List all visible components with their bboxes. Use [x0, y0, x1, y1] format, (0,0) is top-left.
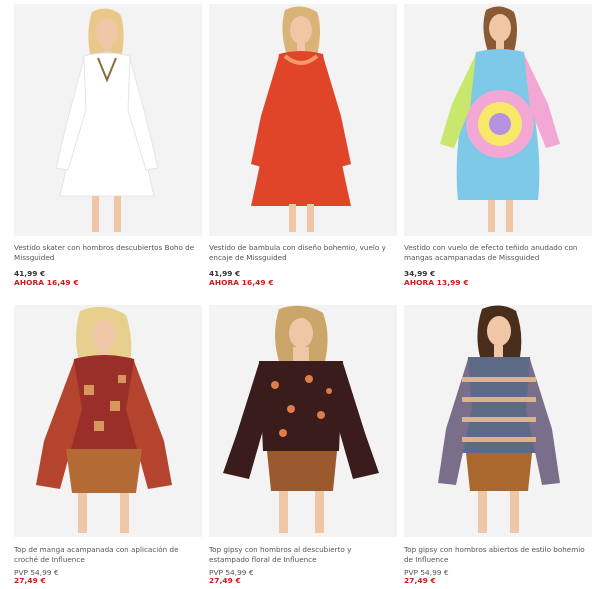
product-sale-price: AHORA 13,99 €: [404, 278, 469, 287]
product-card[interactable]: Vestido con vuelo de efecto teñido anuda…: [404, 4, 592, 287]
product-card[interactable]: Top gipsy con hombros abiertos de estilo…: [404, 305, 592, 589]
product-grid: Vestido skater con hombros descubiertos …: [0, 0, 607, 589]
product-price: 41,99 €: [14, 269, 46, 278]
product-description[interactable]: Top de manga acampanada con aplicación d…: [14, 545, 196, 565]
model-paisley-top-image: [14, 305, 202, 537]
product-description[interactable]: Top gipsy con hombros al descubierto y e…: [209, 545, 391, 565]
product-card[interactable]: Vestido skater con hombros descubiertos …: [14, 4, 202, 287]
model-floral-top-image: [209, 305, 397, 537]
product-sale-price: 27,49 €: [404, 576, 436, 585]
product-sale-price: 27,49 €: [14, 576, 46, 585]
product-description[interactable]: Top gipsy con hombros abiertos de estilo…: [404, 545, 586, 565]
product-sale-price: AHORA 16,49 €: [14, 278, 79, 287]
product-image[interactable]: [209, 4, 397, 236]
product-sale-price: 27,49 €: [209, 576, 241, 585]
product-image[interactable]: [209, 305, 397, 537]
product-description[interactable]: Vestido de bambula con diseño bohemio, v…: [209, 243, 391, 263]
product-image[interactable]: [14, 305, 202, 537]
product-card[interactable]: Top gipsy con hombros al descubierto y e…: [209, 305, 397, 589]
product-sale-price: AHORA 16,49 €: [209, 278, 274, 287]
product-price: 41,99 €: [209, 269, 241, 278]
product-image[interactable]: [14, 4, 202, 236]
product-description[interactable]: Vestido con vuelo de efecto teñido anuda…: [404, 243, 586, 263]
product-image[interactable]: [404, 305, 592, 537]
model-red-dress-image: [209, 4, 397, 236]
product-description[interactable]: Vestido skater con hombros descubiertos …: [14, 243, 196, 263]
product-card[interactable]: Top de manga acampanada con aplicación d…: [14, 305, 202, 589]
product-image[interactable]: [404, 4, 592, 236]
model-white-dress-image: [14, 4, 202, 236]
product-card[interactable]: Vestido de bambula con diseño bohemio, v…: [209, 4, 397, 287]
product-price: 34,99 €: [404, 269, 436, 278]
model-tie-dye-dress-image: [404, 4, 592, 236]
model-striped-top-image: [404, 305, 592, 537]
